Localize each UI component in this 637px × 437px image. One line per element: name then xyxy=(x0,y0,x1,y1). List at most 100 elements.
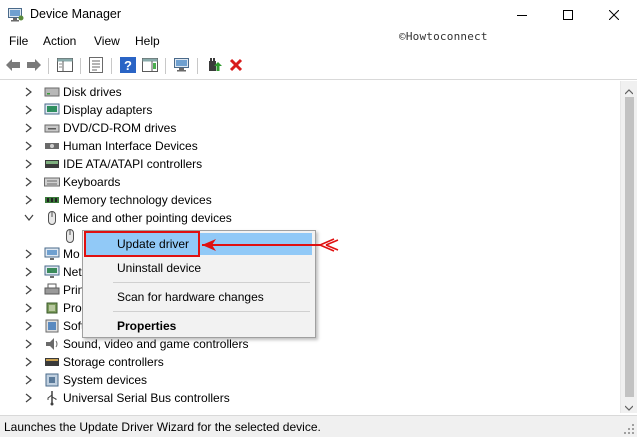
minimize-icon xyxy=(517,10,527,20)
action-pane-button[interactable] xyxy=(140,56,160,76)
tree-item-label: IDE ATA/ATAPI controllers xyxy=(63,157,203,171)
print-queue-icon xyxy=(44,282,60,298)
chevron-down-icon[interactable] xyxy=(24,212,34,224)
mouse-icon xyxy=(62,228,78,244)
context-menu-separator xyxy=(113,282,310,283)
network-adapter-icon xyxy=(44,264,60,280)
context-item-uninstall-device[interactable]: Uninstall device xyxy=(86,257,312,279)
chevron-right-icon[interactable] xyxy=(24,356,34,368)
toolbar-separator xyxy=(111,58,112,74)
chevron-right-icon[interactable] xyxy=(24,104,34,116)
menu-bar: File Action View Help xyxy=(0,30,637,52)
usb-icon xyxy=(44,390,60,406)
maximize-button[interactable] xyxy=(545,0,591,30)
device-manager-icon xyxy=(8,8,24,22)
scroll-down-arrow-icon[interactable] xyxy=(624,401,634,411)
mouse-icon xyxy=(44,210,60,226)
context-menu-separator xyxy=(113,311,310,312)
tree-item[interactable]: Universal Serial Bus controllers xyxy=(0,389,620,407)
processor-icon xyxy=(44,300,60,316)
context-item-label: Uninstall device xyxy=(117,261,202,275)
tree-item[interactable]: DVD/CD-ROM drives xyxy=(0,119,620,137)
chevron-right-icon[interactable] xyxy=(24,248,34,260)
scan-hardware-icon xyxy=(173,57,191,76)
help-button[interactable]: ? xyxy=(118,56,138,76)
title-bar: Device Manager xyxy=(0,0,637,30)
show-hide-tree-icon xyxy=(57,57,73,75)
memory-device-icon xyxy=(44,192,60,208)
chevron-right-icon[interactable] xyxy=(24,194,34,206)
window-title: Device Manager xyxy=(30,7,122,21)
menu-file[interactable]: File xyxy=(9,34,28,48)
chevron-right-icon[interactable] xyxy=(24,284,34,296)
scrollbar-thumb[interactable] xyxy=(625,97,634,397)
vertical-scrollbar[interactable] xyxy=(620,81,637,413)
chevron-right-icon[interactable] xyxy=(24,140,34,152)
chevron-right-icon[interactable] xyxy=(24,86,34,98)
uninstall-device-button[interactable] xyxy=(226,56,246,76)
properties-button[interactable] xyxy=(86,56,106,76)
toolbar-separator xyxy=(48,58,49,74)
dvd-drive-icon xyxy=(44,120,60,136)
monitor-icon xyxy=(44,246,60,262)
show-hide-tree-button[interactable] xyxy=(55,56,75,76)
tree-item-label: Human Interface Devices xyxy=(63,139,198,153)
minimize-button[interactable] xyxy=(499,0,545,30)
tree-item-label: Sound, video and game controllers xyxy=(63,337,249,351)
tree-item[interactable]: IDE ATA/ATAPI controllers xyxy=(0,155,620,173)
tree-item[interactable]: Disk drives xyxy=(0,83,620,101)
chevron-right-icon[interactable] xyxy=(24,176,34,188)
menu-action[interactable]: Action xyxy=(43,34,76,48)
tree-item-label: Mo xyxy=(63,247,80,261)
resize-grip-icon[interactable] xyxy=(623,423,635,435)
uninstall-device-icon xyxy=(229,58,243,75)
action-pane-icon xyxy=(142,57,158,75)
disk-drive-icon xyxy=(44,84,60,100)
tree-item-label: Display adapters xyxy=(63,103,153,117)
chevron-right-icon[interactable] xyxy=(24,302,34,314)
forward-button[interactable] xyxy=(24,56,44,76)
context-item-label: Scan for hardware changes xyxy=(117,290,264,304)
update-driver-button[interactable] xyxy=(204,56,224,76)
tree-item[interactable]: Memory technology devices xyxy=(0,191,620,209)
back-button[interactable] xyxy=(3,56,23,76)
chevron-right-icon[interactable] xyxy=(24,392,34,404)
chevron-right-icon[interactable] xyxy=(24,374,34,386)
tree-item[interactable]: Mice and other pointing devices xyxy=(0,209,620,227)
properties-icon xyxy=(89,56,103,76)
chevron-right-icon[interactable] xyxy=(24,122,34,134)
context-item-properties[interactable]: Properties xyxy=(86,315,312,337)
display-adapter-icon xyxy=(44,102,60,118)
toolbar-separator xyxy=(80,58,81,74)
tree-item-label: Memory technology devices xyxy=(63,193,212,207)
close-icon xyxy=(609,10,619,20)
tree-item-label: Net xyxy=(63,265,82,279)
scroll-up-arrow-icon[interactable] xyxy=(624,85,634,95)
menu-help[interactable]: Help xyxy=(135,34,160,48)
tree-item-label: Disk drives xyxy=(63,85,122,99)
tree-item[interactable]: Storage controllers xyxy=(0,353,620,371)
tree-item[interactable]: Keyboards xyxy=(0,173,620,191)
watermark: ©Howtoconnect xyxy=(399,30,488,43)
chevron-right-icon[interactable] xyxy=(24,338,34,350)
system-device-icon xyxy=(44,372,60,388)
chevron-right-icon[interactable] xyxy=(24,266,34,278)
tree-item[interactable]: System devices xyxy=(0,371,620,389)
context-item-scan-hardware[interactable]: Scan for hardware changes xyxy=(86,286,312,308)
tree-item[interactable]: Human Interface Devices xyxy=(0,137,620,155)
context-item-label: Properties xyxy=(117,319,177,333)
scan-hardware-button[interactable] xyxy=(172,56,192,76)
svg-text:?: ? xyxy=(124,58,132,73)
forward-arrow-icon xyxy=(26,58,42,75)
chevron-right-icon[interactable] xyxy=(24,158,34,170)
close-button[interactable] xyxy=(591,0,637,30)
toolbar: ? xyxy=(0,52,637,80)
hid-icon xyxy=(44,138,60,154)
menu-view[interactable]: View xyxy=(94,34,120,48)
tree-item[interactable]: Display adapters xyxy=(0,101,620,119)
tree-item-label: Universal Serial Bus controllers xyxy=(63,391,230,405)
status-text: Launches the Update Driver Wizard for th… xyxy=(4,420,321,434)
chevron-right-icon[interactable] xyxy=(24,320,34,332)
update-driver-icon xyxy=(206,57,222,76)
annotation-arrow-icon xyxy=(202,238,339,252)
